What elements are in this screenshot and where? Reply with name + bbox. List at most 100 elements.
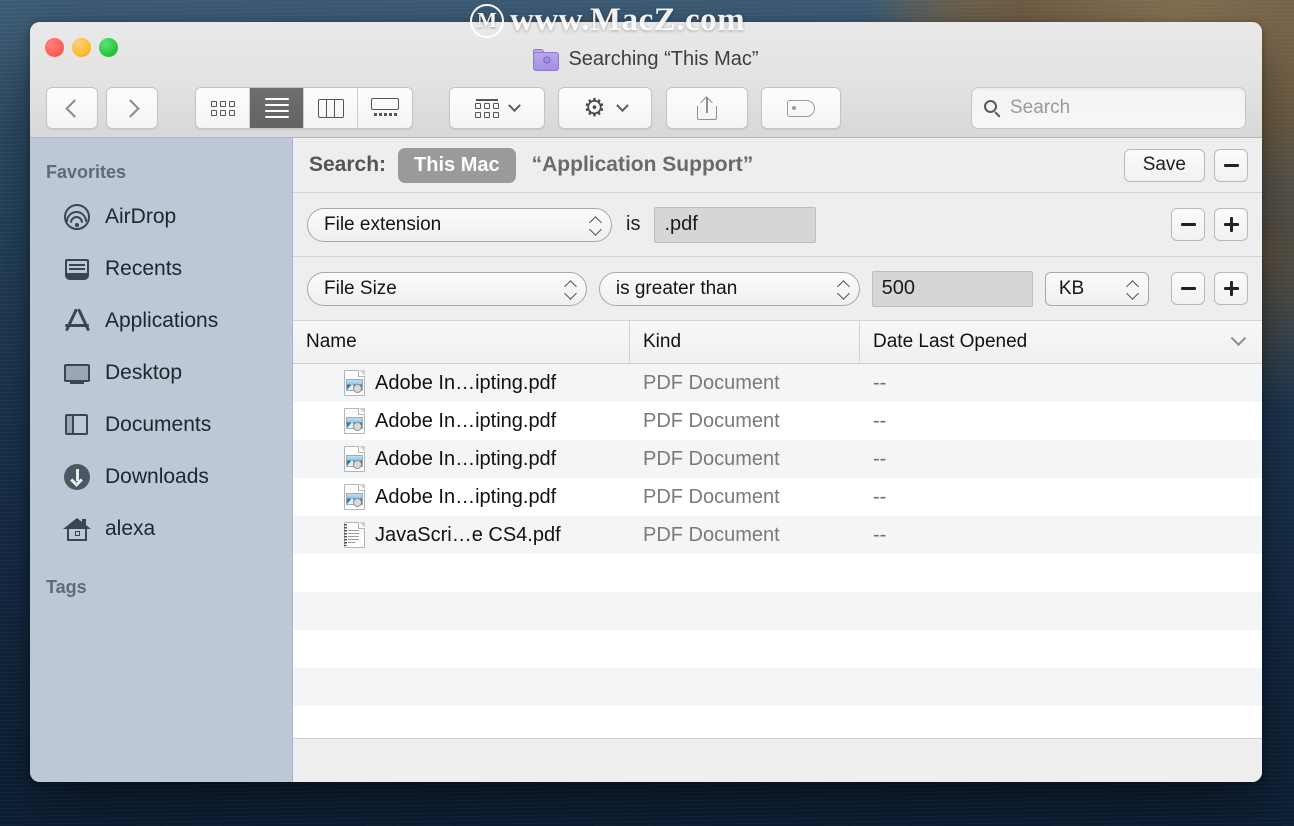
- criteria-row-buttons: [1171, 208, 1248, 241]
- table-row-empty: [293, 554, 1262, 592]
- add-criteria-button[interactable]: [1214, 208, 1248, 241]
- save-button[interactable]: Save: [1123, 148, 1205, 182]
- file-date-cell: --: [873, 371, 887, 394]
- sidebar-item-label: Downloads: [105, 465, 209, 488]
- back-button[interactable]: [46, 87, 98, 129]
- content-area: Search: This Mac “Application Support” S…: [293, 138, 1262, 782]
- scope-bar-actions: Save: [1123, 148, 1248, 182]
- sidebar-section-tags-header: Tags: [46, 577, 87, 597]
- pdf-photo-icon: [344, 446, 365, 472]
- sidebar-item-desktop[interactable]: Desktop: [30, 347, 292, 399]
- search-input[interactable]: [1010, 97, 1233, 119]
- downloads-icon: [62, 462, 92, 492]
- sidebar-item-alexa[interactable]: alexa: [30, 503, 292, 555]
- plus-icon: [1223, 281, 1239, 296]
- applications-icon: [62, 306, 92, 336]
- table-row-empty: [293, 706, 1262, 738]
- forward-button[interactable]: [106, 87, 158, 129]
- share-button[interactable]: [666, 87, 748, 129]
- criteria-operator-popup[interactable]: is greater than: [598, 271, 860, 306]
- search-label: Search:: [309, 153, 387, 176]
- home-icon: [62, 514, 92, 544]
- search-field[interactable]: [971, 87, 1246, 129]
- action-menu-button[interactable]: ⚙: [558, 87, 652, 129]
- group-by-icon: [475, 98, 499, 118]
- criteria-attribute-popup[interactable]: File Size: [307, 271, 587, 306]
- file-name-text: Adobe In…ipting.pdf: [375, 447, 557, 470]
- chevron-down-icon: [1230, 329, 1247, 346]
- criteria-row-1: File extension is .pdf: [293, 193, 1262, 257]
- table-row[interactable]: JavaScri…e CS4.pdf PDF Document --: [293, 516, 1262, 554]
- sidebar-item-airdrop[interactable]: AirDrop: [30, 191, 292, 243]
- remove-search-button[interactable]: [1214, 148, 1248, 182]
- updown-chevron-icon: [837, 278, 851, 300]
- sidebar-item-label: Documents: [105, 413, 212, 436]
- file-date-cell: --: [873, 447, 887, 470]
- updown-chevron-icon: [564, 278, 578, 300]
- criteria-value-input[interactable]: 500: [871, 270, 1033, 307]
- column-header-kind[interactable]: Kind: [630, 321, 860, 363]
- navigation-buttons: [46, 87, 158, 129]
- column-header-date-last-opened[interactable]: Date Last Opened: [860, 321, 1262, 363]
- file-list: Adobe In…ipting.pdf PDF Document -- Adob…: [293, 364, 1262, 738]
- window-footer: [293, 738, 1262, 782]
- table-row[interactable]: Adobe In…ipting.pdf PDF Document --: [293, 440, 1262, 478]
- gear-icon: ⚙: [583, 93, 606, 122]
- column-headers: Name Kind Date Last Opened: [293, 321, 1262, 364]
- criteria-unit-label: KB: [1058, 277, 1085, 299]
- sidebar-item-label: Applications: [105, 309, 219, 332]
- minus-icon: [1180, 287, 1196, 290]
- criteria-value-text: 500: [881, 277, 915, 299]
- minus-icon: [1223, 163, 1239, 167]
- gallery-view-button[interactable]: [358, 88, 412, 128]
- sidebar-item-label: Desktop: [105, 361, 183, 384]
- search-term-text: “Application Support”: [531, 153, 754, 176]
- recents-icon: [62, 254, 92, 284]
- sidebar-section-favorites-header: Favorites: [46, 162, 127, 182]
- pdf-photo-icon: [344, 370, 365, 396]
- table-row-empty: [293, 630, 1262, 668]
- table-row[interactable]: Adobe In…ipting.pdf PDF Document --: [293, 402, 1262, 440]
- sidebar-item-label: Recents: [105, 257, 183, 280]
- view-mode-segmented-control: [195, 87, 413, 129]
- add-criteria-button[interactable]: [1214, 272, 1248, 305]
- airdrop-icon: [61, 202, 92, 237]
- group-by-button[interactable]: [449, 87, 545, 129]
- table-row[interactable]: Adobe In…ipting.pdf PDF Document --: [293, 364, 1262, 402]
- file-name-cell: Adobe In…ipting.pdf: [293, 370, 630, 396]
- list-icon: [264, 97, 289, 119]
- file-name-cell: Adobe In…ipting.pdf: [293, 446, 630, 472]
- sidebar-item-documents[interactable]: Documents: [30, 399, 292, 451]
- table-row-empty: [293, 668, 1262, 706]
- column-header-name[interactable]: Name: [293, 321, 630, 363]
- criteria-row-buttons: [1171, 272, 1248, 305]
- icon-view-button[interactable]: [196, 88, 250, 128]
- scope-this-mac-button[interactable]: This Mac: [398, 147, 516, 183]
- sidebar-item-recents[interactable]: Recents: [30, 243, 292, 295]
- list-view-button[interactable]: [250, 88, 304, 128]
- criteria-value-input[interactable]: .pdf: [654, 206, 817, 243]
- sidebar-item-downloads[interactable]: Downloads: [30, 451, 292, 503]
- pdf-photo-icon: [344, 408, 365, 434]
- tag-button[interactable]: [761, 87, 841, 129]
- sidebar-item-applications[interactable]: Applications: [30, 295, 292, 347]
- criteria-attribute-label: File Size: [324, 277, 397, 299]
- criteria-operator-label: is greater than: [615, 277, 738, 299]
- table-row[interactable]: Adobe In…ipting.pdf PDF Document --: [293, 478, 1262, 516]
- remove-criteria-button[interactable]: [1171, 208, 1205, 241]
- column-view-button[interactable]: [304, 88, 358, 128]
- remove-criteria-button[interactable]: [1171, 272, 1205, 305]
- pdf-text-icon: [344, 522, 365, 548]
- file-name-cell: JavaScri…e CS4.pdf: [293, 522, 630, 548]
- file-date-cell: --: [873, 485, 887, 508]
- plus-icon: [1223, 217, 1239, 232]
- file-kind-cell: PDF Document: [643, 447, 780, 470]
- criteria-attribute-popup[interactable]: File extension: [307, 207, 612, 242]
- search-icon: [984, 99, 1001, 118]
- criteria-value-text: .pdf: [664, 213, 698, 235]
- file-kind-cell: PDF Document: [643, 523, 780, 546]
- chevron-down-icon: [615, 98, 629, 112]
- criteria-unit-popup[interactable]: KB: [1044, 271, 1149, 306]
- file-name-cell: Adobe In…ipting.pdf: [293, 484, 630, 510]
- gallery-icon: [371, 98, 399, 118]
